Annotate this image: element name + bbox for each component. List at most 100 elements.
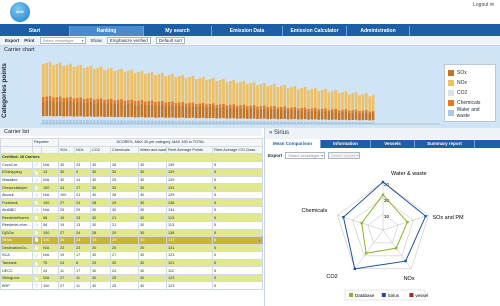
carrier-name[interactable]: VikingLine [0, 273, 33, 283]
show-dropdown[interactable]: Show [91, 38, 102, 43]
bar-segment [76, 97, 79, 102]
bar-segment [361, 121, 365, 124]
table-row[interactable]: Akvark 📄 N/A 100 21 30 28 30 129 5 [0, 190, 264, 200]
carrier-name[interactable]: BRP [0, 281, 33, 290]
bar-segment [178, 120, 181, 124]
report-icon[interactable]: 📄 [32, 205, 42, 215]
report-icon[interactable]: 📄 [32, 190, 42, 200]
report-icon[interactable]: 📄 [32, 228, 42, 238]
table-row[interactable]: UECC 📄 44 11 17 30 24 30 112 5 [0, 266, 264, 275]
app-logo[interactable]: sellr [10, 2, 30, 22]
table-row[interactable]: AlniBBC 📄 N/A 25 29 30 30 30 134 5 [0, 205, 264, 215]
table-row[interactable]: VikingLine 📄 N/A 27 11 30 25 30 123 5 [0, 273, 264, 283]
detail-vessel-select[interactable]: Select vessel [328, 151, 361, 159]
table-row[interactable]: EGshipping 📄 13 30 9 30 30 30 129 5 [0, 168, 264, 177]
table-row[interactable]: BRP 📄 100 27 11 30 25 30 123 5 [0, 281, 264, 290]
carrier-name[interactable]: DestinationGo... [0, 243, 33, 253]
detail-export-button[interactable]: Export [268, 153, 282, 158]
logout-link[interactable]: Logout ✉ [473, 2, 494, 8]
vessel-type-select[interactable]: Select vesseltype [39, 37, 86, 44]
tab-ranking[interactable]: Ranking [70, 26, 144, 36]
bar-segment [229, 107, 232, 119]
carrier-name[interactable]: CocoCar [0, 160, 33, 170]
col-sox[interactable]: SOx [58, 145, 75, 155]
bar-segment [48, 115, 52, 120]
export-button[interactable]: Export [5, 38, 19, 43]
legend-swatch [349, 293, 353, 297]
table-row[interactable]: Sirius 📄 100 26 24 28 29 30 137 5 [0, 236, 264, 245]
carrier-name[interactable]: ReederleLehm... [0, 221, 33, 230]
report-icon[interactable]: 📄 [32, 198, 42, 207]
tab-summary-report[interactable]: Summary report [415, 140, 475, 148]
table-cell: 5 [211, 281, 264, 290]
col-water[interactable]: Water and waste [138, 145, 167, 155]
carrier-name[interactable]: EGshipping [0, 168, 33, 177]
tab-mean-comparison[interactable]: Mean Comparison [265, 140, 321, 148]
carrier-name[interactable]: DjGOa [0, 228, 33, 238]
bar-segment [215, 104, 218, 108]
collapse-icon[interactable]: » [269, 130, 272, 136]
radar-axis [354, 229, 384, 269]
tab-administration[interactable]: Administration [347, 26, 410, 36]
carrier-name[interactable]: Funktank [0, 198, 33, 207]
report-icon[interactable]: 📄 [32, 251, 42, 260]
report-icon[interactable]: 📄 [32, 213, 42, 222]
bar-segment [307, 108, 310, 112]
tab-vessels[interactable]: Vessels [371, 140, 415, 148]
report-icon[interactable]: 📄 [32, 160, 42, 170]
table-row[interactable]: DjGOa 📄 100 27 24 28 29 30 138 5 [0, 228, 264, 238]
default-sort-button[interactable]: Default sort [155, 37, 185, 44]
col-nox[interactable]: NOx [74, 145, 91, 155]
report-icon[interactable]: 📄 [32, 175, 42, 185]
carrier-name[interactable]: UECC [0, 266, 33, 275]
carrier-name[interactable]: Tarntank [0, 258, 33, 268]
table-row[interactable]: CocoCar 📄 N/A 30 23 30 26 30 139 5 [0, 160, 264, 170]
tab-information[interactable]: Information [321, 140, 371, 148]
carrier-name[interactable]: SCA [0, 251, 33, 260]
tab-emission-data[interactable]: Emission Data [212, 26, 283, 36]
carrier-name[interactable]: Akvark [0, 190, 33, 200]
table-row[interactable]: Oresundslinjen 📄 100 24 17 30 30 30 131 5 [0, 183, 264, 192]
report-icon[interactable]: 📄 [32, 281, 42, 290]
bar-segment [157, 120, 161, 124]
tab-start[interactable]: Start [0, 26, 70, 36]
table-row[interactable]: ReederleBraren 📄 58 19 13 30 21 30 113 5 [0, 213, 264, 222]
report-icon[interactable]: 📄 [32, 221, 42, 230]
bar-segment [99, 116, 103, 120]
col-fleet-csi[interactable]: Fleet Average CSI Class [211, 145, 264, 155]
certified-label[interactable]: Certified: 28 Carriers [0, 153, 264, 162]
report-icon[interactable]: 📄 [32, 168, 42, 177]
bar-segment [341, 121, 344, 124]
carrier-name[interactable]: Sirius [0, 236, 33, 245]
carrier-name[interactable]: Wasaline [0, 175, 33, 185]
report-icon[interactable]: 📄 [32, 258, 42, 268]
table-row[interactable]: Funktank 📄 100 27 24 28 29 30 138 5 [0, 198, 264, 207]
print-button[interactable]: Print [24, 38, 34, 43]
tab-emission-calculator[interactable]: Emission Calculator [283, 26, 347, 36]
table-row[interactable]: ReederleLehm... 📄 58 19 13 30 21 30 113 5 [0, 221, 264, 230]
bar-segment [55, 119, 59, 124]
bar-segment [123, 100, 127, 105]
report-icon[interactable]: 📄 [32, 183, 42, 192]
carrier-name[interactable]: Oresundslinjen [0, 183, 33, 192]
col-chemicals[interactable]: Chemicals [110, 145, 139, 155]
report-icon[interactable]: 📄 [32, 273, 42, 283]
col-co2[interactable]: CO2 [90, 145, 111, 155]
bar-segment [45, 96, 48, 101]
table-row[interactable]: Wasaline 📄 N/A 30 14 30 25 30 129 5 [0, 175, 264, 185]
report-icon[interactable]: 📄 [32, 236, 42, 245]
detail-vessel-type-select[interactable]: Select vesseltype [285, 151, 326, 159]
report-icon[interactable]: 📄 [32, 266, 42, 275]
table-row[interactable]: Tarntank 📄 75 24 8 29 30 30 121 5 [0, 258, 264, 268]
report-icon[interactable]: 📄 [32, 243, 42, 253]
table-cell: 5 [211, 175, 264, 185]
table-cell: 121 [166, 258, 213, 268]
carrier-name[interactable]: AlniBBC [0, 205, 33, 215]
tab-my-search[interactable]: My search [144, 26, 212, 36]
table-row[interactable]: SCA 📄 N/A 19 17 30 27 30 123 5 [0, 251, 264, 260]
bar-segment [283, 109, 286, 119]
table-row[interactable]: DestinationGo... 📄 N/A 23 23 30 25 30 131 5 [0, 243, 264, 253]
col-fleet-points[interactable]: Fleet Average Points [166, 145, 213, 155]
emphasize-verified-button[interactable]: Emphasize verified [106, 37, 151, 44]
carrier-name[interactable]: ReederleBraren [0, 213, 33, 222]
